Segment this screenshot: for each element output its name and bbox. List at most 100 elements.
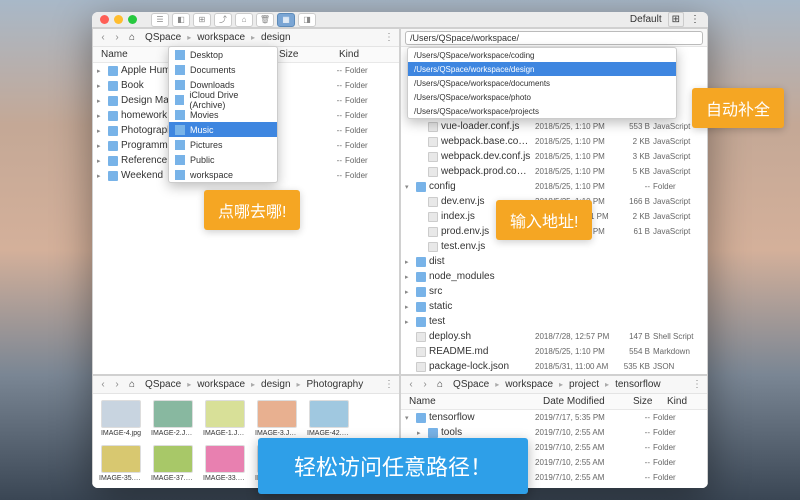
list-item[interactable]: vue-loader.conf.js2018/5/25, 1:10 PM553 … <box>401 119 707 134</box>
list-item[interactable]: ▸src <box>401 284 707 299</box>
maximize-button[interactable] <box>128 15 137 24</box>
fwd-button[interactable]: › <box>419 379 431 390</box>
tool-3[interactable]: ⊞ <box>193 13 211 27</box>
thumbnail[interactable]: IMAGE-2.JPG <box>151 400 195 437</box>
thumbnail[interactable]: IMAGE-42.JPG <box>307 400 351 437</box>
thumbnail[interactable]: IMAGE-1.JPG <box>203 400 247 437</box>
file-icon <box>416 362 426 372</box>
tool-trash[interactable]: 🗑 <box>256 13 274 27</box>
crumb[interactable]: QSpace <box>141 31 185 44</box>
toolbar: ☰ ◧ ⊞ ⤴ ⌂ 🗑 ▦ ◨ <box>151 13 316 27</box>
window-controls <box>100 15 137 24</box>
tool-grid-active[interactable]: ▦ <box>277 13 295 27</box>
image-icon <box>205 445 245 473</box>
crumb[interactable]: Photography <box>303 378 368 391</box>
col-kind[interactable]: Kind <box>663 396 703 407</box>
thumbnail[interactable]: IMAGE-3.JPG <box>255 400 299 437</box>
autocomplete-item[interactable]: /Users/QSpace/workspace/photo <box>408 90 676 104</box>
autocomplete-item[interactable]: /Users/QSpace/workspace/projects <box>408 104 676 118</box>
fwd-button[interactable]: › <box>111 379 123 390</box>
file-icon <box>428 152 438 162</box>
tool-2[interactable]: ◧ <box>172 13 190 27</box>
list-item[interactable]: ▾tensorflow2019/7/17, 5:35 PM--Folder <box>401 410 707 425</box>
more-icon[interactable]: ⋮ <box>690 14 700 25</box>
crumb[interactable]: QSpace <box>141 378 185 391</box>
crumb[interactable]: workspace <box>501 378 557 391</box>
thumbnail[interactable]: IMAGE-33.JPG <box>203 445 247 482</box>
list-item[interactable]: ▾config2018/5/25, 1:10 PM--Folder <box>401 179 707 194</box>
back-button[interactable]: ‹ <box>97 379 109 390</box>
col-size[interactable]: Size <box>275 49 335 60</box>
tool-4[interactable]: ⤴ <box>214 13 232 27</box>
folder-icon <box>175 50 185 60</box>
list-item[interactable]: README.md2018/5/25, 1:10 PM554 BMarkdown <box>401 344 707 359</box>
crumb-home[interactable]: ⌂ <box>433 378 447 391</box>
thumbnail[interactable]: IMAGE-4.jpg <box>99 400 143 437</box>
pathbar-d: ‹ › ⌂ QSpace▸ workspace▸ project▸ tensor… <box>401 376 707 394</box>
crumb[interactable]: workspace <box>193 378 249 391</box>
pane-menu[interactable]: ⋮ <box>691 379 703 390</box>
crumb-home[interactable]: ⌂ <box>125 31 139 44</box>
file-icon <box>428 122 438 132</box>
crumb[interactable]: tensorflow <box>611 378 665 391</box>
crumb[interactable]: project <box>565 378 603 391</box>
col-kind[interactable]: Kind <box>335 49 395 60</box>
close-button[interactable] <box>100 15 109 24</box>
list-item[interactable]: webpack.dev.conf.js2018/5/25, 1:10 PM3 K… <box>401 149 707 164</box>
file-icon <box>428 242 438 252</box>
dropdown-item[interactable]: Pictures <box>169 137 277 152</box>
pane-menu[interactable]: ⋮ <box>383 32 395 43</box>
autocomplete-item[interactable]: /Users/QSpace/workspace/design <box>408 62 676 76</box>
app-window: ☰ ◧ ⊞ ⤴ ⌂ 🗑 ▦ ◨ Default ⊞ ⋮ ‹ › ⌂ QSpace… <box>92 12 708 488</box>
thumbnail[interactable]: IMAGE-35.JPG <box>99 445 143 482</box>
back-button[interactable]: ‹ <box>97 32 109 43</box>
tool-5[interactable]: ⌂ <box>235 13 253 27</box>
crumb[interactable]: design <box>257 31 294 44</box>
file-icon <box>428 167 438 177</box>
callout-enter-addr: 输入地址! <box>496 200 592 240</box>
list-item[interactable]: package-lock.json2018/5/31, 11:00 AM535 … <box>401 359 707 374</box>
crumb[interactable]: workspace <box>193 31 249 44</box>
dropdown-item[interactable]: Desktop <box>169 47 277 62</box>
dropdown-item[interactable]: iCloud Drive (Archive) <box>169 92 277 107</box>
dropdown-item[interactable]: Public <box>169 152 277 167</box>
folder-icon <box>108 96 118 106</box>
list-item[interactable]: webpack.base.conf.js2018/5/25, 1:10 PM2 … <box>401 134 707 149</box>
autocomplete-item[interactable]: /Users/QSpace/workspace/coding <box>408 48 676 62</box>
column-headers: Name Date Modified Size Kind <box>401 394 707 410</box>
col-date[interactable]: Date Modified <box>539 396 629 407</box>
titlebar: ☰ ◧ ⊞ ⤴ ⌂ 🗑 ▦ ◨ Default ⊞ ⋮ <box>92 12 708 28</box>
folder-icon <box>416 302 426 312</box>
dropdown-item[interactable]: workspace <box>169 167 277 182</box>
pane-menu[interactable]: ⋮ <box>383 379 395 390</box>
crumb-home[interactable]: ⌂ <box>125 378 139 391</box>
layout-icon[interactable]: ⊞ <box>668 12 684 27</box>
list-item[interactable]: ▸static <box>401 299 707 314</box>
layout-selector[interactable]: Default <box>630 14 662 25</box>
dropdown-item[interactable]: Music <box>169 122 277 137</box>
file-icon <box>428 227 438 237</box>
folder-icon <box>416 257 426 267</box>
crumb[interactable]: design <box>257 378 294 391</box>
back-button[interactable]: ‹ <box>405 379 417 390</box>
crumb[interactable]: QSpace <box>449 378 493 391</box>
list-item[interactable]: ▸node_modules <box>401 269 707 284</box>
list-item[interactable]: webpack.prod.conf.js2018/5/25, 1:10 PM5 … <box>401 164 707 179</box>
folder-icon <box>416 317 426 327</box>
tool-7[interactable]: ◨ <box>298 13 316 27</box>
autocomplete-item[interactable]: /Users/QSpace/workspace/documents <box>408 76 676 90</box>
col-size[interactable]: Size <box>629 396 663 407</box>
minimize-button[interactable] <box>114 15 123 24</box>
list-item[interactable]: deploy.sh2018/7/28, 12:57 PM147 BShell S… <box>401 329 707 344</box>
thumbnail[interactable]: IMAGE-37.JPG <box>151 445 195 482</box>
list-item[interactable]: ▸dist <box>401 254 707 269</box>
fwd-button[interactable]: › <box>111 32 123 43</box>
folder-icon <box>175 65 185 75</box>
dropdown-item[interactable]: Documents <box>169 62 277 77</box>
tool-1[interactable]: ☰ <box>151 13 169 27</box>
list-item[interactable]: ▸test <box>401 314 707 329</box>
list-item[interactable]: test.env.js <box>401 239 707 254</box>
path-input[interactable] <box>405 31 703 45</box>
folder-dropdown: DesktopDocumentsDownloadsiCloud Drive (A… <box>168 46 278 183</box>
col-name[interactable]: Name <box>405 396 539 407</box>
